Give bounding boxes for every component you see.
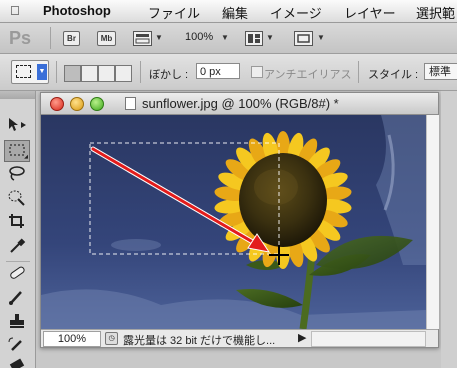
screen-mode-icon[interactable] <box>294 31 313 46</box>
style-label: スタイル : <box>368 69 419 81</box>
document-icon <box>125 97 136 110</box>
status-bar: 100% ◷ 露光量は 32 bit だけで機能し... ▶ <box>41 329 438 347</box>
menu-select[interactable]: 選択範 <box>416 3 455 22</box>
divider <box>140 61 141 83</box>
chevron-down-icon: ▼ <box>37 64 47 80</box>
divider <box>6 261 30 262</box>
toolbox-grip[interactable] <box>0 91 35 99</box>
application-bar: Ps Br Mb ▼ 100% ▼ ▼ ▼ <box>0 23 457 54</box>
minimize-window-button[interactable] <box>70 97 84 111</box>
clone-stamp-tool-icon[interactable] <box>4 312 30 334</box>
document-window: sunflower.jpg @ 100% (RGB/8#) * 100% ◷ 露… <box>40 92 439 348</box>
feather-label: ぼかし : <box>149 69 189 81</box>
panel-dock-strip <box>441 91 457 368</box>
zoom-window-button[interactable] <box>90 97 104 111</box>
healing-brush-tool-icon[interactable] <box>4 264 30 286</box>
eyedropper-tool-icon[interactable] <box>4 236 30 258</box>
crop-tool-icon[interactable] <box>4 212 30 234</box>
mini-bridge-button[interactable]: Mb <box>97 31 116 46</box>
divider <box>50 27 51 49</box>
close-window-button[interactable] <box>50 97 64 111</box>
divider <box>358 61 359 83</box>
menu-edit[interactable]: 編集 <box>222 3 248 22</box>
sunflower-photo <box>41 115 426 330</box>
subtract-from-selection-button[interactable] <box>98 65 115 82</box>
rect-marquee-icon <box>16 65 31 78</box>
zoom-level-select[interactable]: 100% <box>185 31 213 43</box>
apple-menu-icon[interactable]:  <box>10 3 20 18</box>
options-bar: ▼ ぼかし : 0 px アンチエイリアス スタイル : 標準 <box>0 54 457 91</box>
status-menu-arrow-icon[interactable]: ▶ <box>298 331 306 344</box>
rect-marquee-tool-icon[interactable]: ◢ <box>4 140 30 162</box>
tool-preset-picker[interactable]: ▼ <box>11 60 49 84</box>
horizontal-scrollbar[interactable] <box>311 331 426 347</box>
lasso-tool-icon[interactable] <box>4 164 30 186</box>
antialias-checkbox[interactable] <box>251 66 263 78</box>
view-extras-icon[interactable] <box>133 31 152 46</box>
move-tool-icon[interactable] <box>4 116 30 138</box>
chevron-down-icon[interactable]: ▼ <box>155 33 163 42</box>
status-info-icon[interactable]: ◷ <box>105 332 118 345</box>
document-title: sunflower.jpg @ 100% (RGB/8#) * <box>142 96 339 111</box>
chevron-down-icon[interactable]: ▼ <box>317 33 325 42</box>
feather-input[interactable]: 0 px <box>196 63 240 79</box>
intersect-selection-button[interactable] <box>115 65 132 82</box>
menu-layer[interactable]: レイヤー <box>344 3 396 22</box>
ps-logo: Ps <box>9 28 32 48</box>
bridge-button[interactable]: Br <box>63 31 80 46</box>
brush-tool-icon[interactable] <box>4 288 30 310</box>
style-select[interactable]: 標準 <box>424 63 457 80</box>
vertical-scrollbar[interactable] <box>426 115 439 329</box>
chevron-down-icon[interactable]: ▼ <box>221 33 229 42</box>
menu-bar:  Photoshop ファイル 編集 イメージ レイヤー 選択範 <box>0 0 457 23</box>
quick-selection-tool-icon[interactable] <box>4 188 30 210</box>
menu-image[interactable]: イメージ <box>270 3 322 22</box>
toolbox: ◢ <box>0 91 36 368</box>
eraser-tool-icon[interactable] <box>4 355 30 368</box>
app-menu[interactable]: Photoshop <box>43 3 111 18</box>
arrange-documents-icon[interactable] <box>245 31 263 46</box>
new-selection-button[interactable] <box>64 65 81 82</box>
antialias-label: アンチエイリアス <box>264 69 352 81</box>
menu-file[interactable]: ファイル <box>148 3 200 22</box>
zoom-field[interactable]: 100% <box>43 331 101 347</box>
add-to-selection-button[interactable] <box>81 65 98 82</box>
divider <box>56 61 57 83</box>
image-canvas[interactable] <box>41 115 426 330</box>
chevron-down-icon[interactable]: ▼ <box>266 33 274 42</box>
status-text: 露光量は 32 bit だけで機能し... <box>123 335 276 347</box>
document-title-bar[interactable]: sunflower.jpg @ 100% (RGB/8#) * <box>41 93 438 115</box>
